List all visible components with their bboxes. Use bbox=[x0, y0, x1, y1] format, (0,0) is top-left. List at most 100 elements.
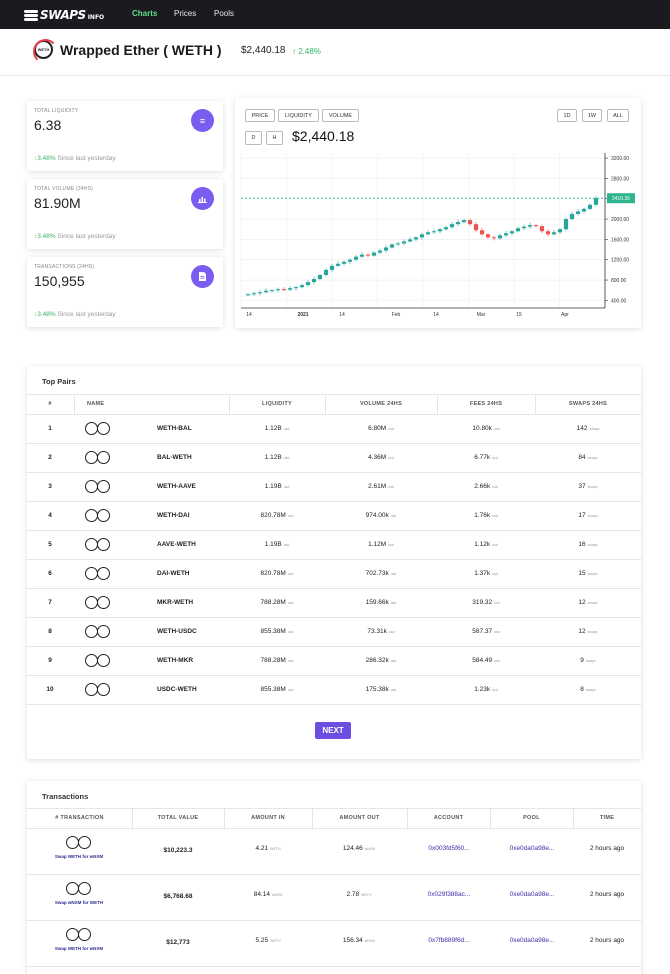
candle-body bbox=[257, 292, 263, 294]
column-header[interactable]: AMOUNT OUT bbox=[315, 815, 405, 821]
column-header[interactable]: ACCOUNT bbox=[404, 815, 494, 821]
candle-body bbox=[407, 239, 413, 242]
candle-body bbox=[377, 250, 383, 253]
column-header[interactable]: NAME bbox=[87, 401, 147, 407]
column-header[interactable]: SWAPS 24HS bbox=[548, 401, 628, 407]
pair-liquidity: 820.78M usd bbox=[260, 512, 294, 519]
top-pairs-title: Top Pairs bbox=[42, 377, 76, 386]
candle-body bbox=[503, 233, 509, 236]
table-row-divider bbox=[27, 472, 641, 473]
pair-name[interactable]: WETH-DAI bbox=[157, 512, 190, 519]
candle-body bbox=[575, 211, 581, 214]
column-header[interactable]: # TRANSACTION bbox=[35, 815, 125, 821]
pair-name[interactable]: MKR-WETH bbox=[157, 599, 193, 606]
token-change-value: 2.48% bbox=[298, 47, 321, 56]
pair-name[interactable]: WETH-MKR bbox=[157, 657, 193, 664]
candle-body bbox=[269, 290, 275, 292]
stat-value: 150,955 bbox=[34, 273, 85, 289]
transaction-label[interactable]: Swap wNXM for WETH bbox=[39, 900, 119, 905]
transaction-label[interactable]: Swap WETH for wNXM bbox=[39, 854, 119, 859]
pair-swaps: 9 swaps bbox=[580, 657, 596, 664]
token-b-icon bbox=[97, 480, 110, 493]
column-header[interactable]: # bbox=[10, 401, 90, 407]
column-header[interactable]: AMOUNT IN bbox=[223, 815, 313, 821]
pair-rank: 2 bbox=[48, 454, 52, 461]
brand-sub: INFO bbox=[87, 13, 105, 21]
stat-card-transactions: TRANSACTIONS (24HS) 150,955 ↑3.48% Since… bbox=[27, 257, 223, 327]
token-b-icon bbox=[97, 683, 110, 696]
stat-delta: ↑3.48% Since last yesterday bbox=[34, 311, 116, 318]
pair-name[interactable]: WETH-AAVE bbox=[157, 483, 196, 490]
pair-name[interactable]: WETH-USDC bbox=[157, 628, 197, 635]
candle-body bbox=[293, 287, 299, 289]
transaction-account[interactable]: 0x029f388ac... bbox=[408, 891, 490, 898]
transaction-pool[interactable]: 0xe0da0a98e... bbox=[491, 937, 573, 944]
table-row-divider bbox=[27, 501, 641, 502]
arrow-up-icon: ↑ bbox=[292, 47, 296, 56]
column-header[interactable]: TIME bbox=[562, 815, 652, 821]
nav-link-prices[interactable]: Prices bbox=[174, 9, 196, 18]
candle-body bbox=[371, 252, 377, 256]
candle-body bbox=[521, 226, 527, 229]
pair-fees: 584.49 usd bbox=[472, 657, 500, 664]
pair-volume: 702.73k usd bbox=[365, 570, 397, 577]
candle-body bbox=[263, 290, 269, 293]
column-header[interactable]: FEES 24HS bbox=[446, 401, 526, 407]
transaction-label[interactable]: Swap WETH for wNXM bbox=[39, 946, 119, 951]
x-tick-label: Mar bbox=[477, 312, 486, 318]
x-tick-label: 2021 bbox=[297, 312, 308, 318]
transaction-amount-in: 84.14 wNXM bbox=[253, 891, 283, 898]
candle-body bbox=[353, 256, 359, 260]
table-row-divider bbox=[27, 559, 641, 560]
pair-name[interactable]: DAI-WETH bbox=[157, 570, 190, 577]
transaction-time: 2 hours ago bbox=[589, 845, 625, 852]
column-divider bbox=[229, 394, 230, 414]
nav-link-charts[interactable]: Charts bbox=[132, 9, 157, 18]
column-header[interactable]: VOLUME 24HS bbox=[341, 401, 421, 407]
transaction-account[interactable]: 0x003fd5f60... bbox=[408, 845, 490, 852]
bar-chart-icon[interactable] bbox=[191, 187, 214, 210]
stat-card-volume: TOTAL VOLUME (24HS) 81.90M ↑3.48% Since … bbox=[27, 179, 223, 249]
candle-body bbox=[335, 263, 341, 266]
pair-fees: 587.37 usd bbox=[472, 628, 500, 635]
pair-volume: 6.80M usd bbox=[368, 425, 394, 432]
transaction-pool[interactable]: 0xe0da0a98e... bbox=[491, 845, 573, 852]
pair-swaps: 17 swaps bbox=[578, 512, 598, 519]
pair-volume: 286.32k usd bbox=[365, 657, 397, 664]
top-navbar: SWAPS INFO Charts Prices Pools bbox=[0, 0, 670, 29]
candle-body bbox=[401, 241, 407, 244]
column-header[interactable]: LIQUIDITY bbox=[237, 401, 317, 407]
pair-name[interactable]: BAL-WETH bbox=[157, 454, 192, 461]
pair-name[interactable]: WETH-BAL bbox=[157, 425, 192, 432]
pair-name[interactable]: AAVE-WETH bbox=[157, 541, 196, 548]
candle-body bbox=[593, 198, 599, 205]
next-button[interactable]: NEXT bbox=[315, 722, 351, 739]
pair-swaps: 84 swaps bbox=[578, 454, 598, 461]
candle-body bbox=[251, 293, 257, 295]
candle-body bbox=[587, 204, 593, 209]
nav-link-pools[interactable]: Pools bbox=[214, 9, 234, 18]
candle-body bbox=[497, 235, 503, 239]
top-pairs-card: Top Pairs # NAME LIQUIDITY VOLUME 24HS FEES … bbox=[27, 366, 641, 759]
brand-logo[interactable]: SWAPS INFO bbox=[24, 6, 104, 23]
transaction-account[interactable]: 0x7fb889f6d... bbox=[408, 937, 490, 944]
candle-body bbox=[509, 231, 515, 234]
pair-swaps: 12 swaps bbox=[578, 628, 598, 635]
table-row-divider bbox=[27, 675, 641, 676]
pair-name[interactable]: USDC-WETH bbox=[157, 686, 197, 693]
pair-fees: 10.80k usd bbox=[472, 425, 500, 432]
column-header[interactable]: TOTAL VALUE bbox=[133, 815, 223, 821]
menu-icon[interactable]: ≡ bbox=[191, 109, 214, 132]
y-tick-label: 800.00 bbox=[611, 278, 627, 284]
transaction-pool[interactable]: 0xe0da0a98e... bbox=[491, 891, 573, 898]
y-tick-label: 2800.00 bbox=[611, 176, 629, 182]
document-icon[interactable] bbox=[191, 265, 214, 288]
pair-fees: 1.12k usd bbox=[474, 541, 498, 548]
stat-delta: ↑3.48% Since last yesterday bbox=[34, 155, 116, 162]
pair-liquidity: 1.12B usd bbox=[264, 425, 290, 432]
candlestick-chart[interactable]: 3200.002800.002400.002000.001600.001200.… bbox=[235, 98, 641, 328]
pair-rank: 6 bbox=[48, 570, 52, 577]
candle-body bbox=[299, 285, 305, 288]
table-row-divider bbox=[27, 874, 641, 875]
candle-body bbox=[341, 261, 347, 264]
